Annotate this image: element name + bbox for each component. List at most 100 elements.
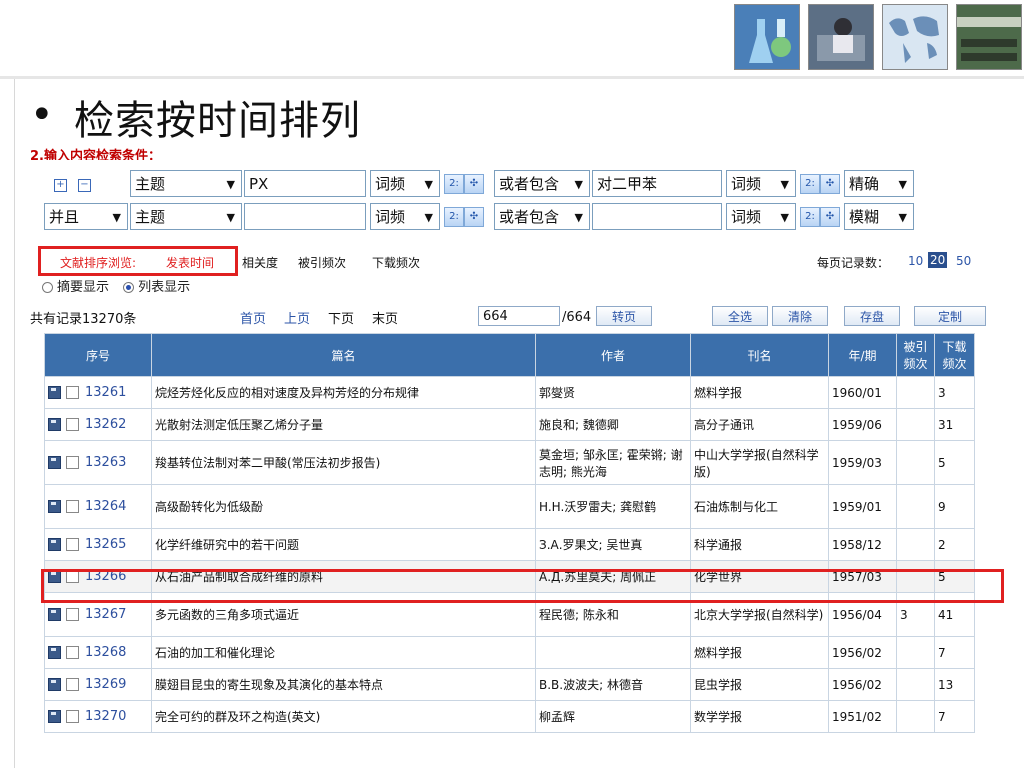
row-checkbox[interactable] [66,418,79,431]
last-page-link[interactable]: 末页 [372,308,398,327]
cell-title[interactable]: 化学纤维研究中的若干问题 [151,528,536,561]
view-mode-bar: 摘要显示 列表显示 [42,276,190,295]
save-disk-icon[interactable] [48,418,61,431]
frequency-select-2[interactable]: 词频 ▼ [726,203,796,230]
cell-title[interactable]: 完全可约的群及环之构造(英文) [151,700,536,733]
frequency-select-2[interactable]: 词频 ▼ [726,170,796,197]
expand-terms-icon-2[interactable]: ✣ [820,207,840,227]
related-terms-icon[interactable]: 2: [444,207,464,227]
page-number-input[interactable]: 664 [478,306,560,326]
row-checkbox[interactable] [66,646,79,659]
cell-journal[interactable]: 石油炼制与化工 [690,484,829,529]
clear-button[interactable]: 清除 [772,306,828,326]
table-row: 13269 膜翅目昆虫的寄生现象及其演化的基本特点 B.B.波波夫; 林德音 昆虫学报… [44,668,975,701]
cell-journal[interactable]: 燃料学报 [690,636,829,669]
row-checkbox[interactable] [66,456,79,469]
record-number: 13263 [85,455,127,470]
cell-journal[interactable]: 高分子通讯 [690,408,829,441]
sort-by-citations[interactable]: 被引频次 [298,254,346,271]
row-checkbox[interactable] [66,678,79,691]
table-row: 13270 完全可约的群及环之构造(英文) 柳孟辉 数学学报 1951/02 7 [44,700,975,733]
match-select[interactable]: 模糊 ▼ [844,203,914,230]
connector-select[interactable]: 或者包含 ▼ [494,203,590,230]
cell-cited [896,636,935,669]
cell-title[interactable]: 石油的加工和催化理论 [151,636,536,669]
keyword-input-2[interactable] [592,203,722,230]
match-select[interactable]: 精确 ▼ [844,170,914,197]
row-checkbox[interactable] [66,538,79,551]
cell-journal[interactable]: 中山大学学报(自然科学版) [690,440,829,485]
field-select[interactable]: 主题 ▼ [130,170,242,197]
per-page-10[interactable]: 10 [908,254,923,268]
save-disk-icon[interactable] [48,500,61,513]
expand-terms-icon[interactable]: ✣ [464,207,484,227]
cell-title[interactable]: 膜翅目昆虫的寄生现象及其演化的基本特点 [151,668,536,701]
per-page-20[interactable]: 20 [928,252,948,268]
keyword-input[interactable] [244,203,366,230]
header-id: 序号 [44,333,152,377]
save-disk-icon[interactable] [48,608,61,621]
cell-author[interactable]: З.А.罗果文; 吴世真 [535,528,691,561]
next-page-link[interactable]: 下页 [328,308,354,327]
summary-radio[interactable] [42,282,53,293]
first-page-link[interactable]: 首页 [240,308,266,327]
save-disk-icon[interactable] [48,710,61,723]
row-checkbox[interactable] [66,500,79,513]
per-page-50[interactable]: 50 [956,254,971,268]
save-disk-icon[interactable] [48,646,61,659]
connector-select[interactable]: 或者包含 ▼ [494,170,590,197]
cell-journal[interactable]: 数学学报 [690,700,829,733]
sort-by-relevance[interactable]: 相关度 [242,254,278,271]
cell-title[interactable]: 高级酚转化为低级酚 [151,484,536,529]
expand-terms-icon-2[interactable]: ✣ [820,174,840,194]
cell-title[interactable]: 烷烃芳烃化反应的相对速度及异构芳烃的分布规律 [151,376,536,409]
expand-terms-icon[interactable]: ✣ [464,174,484,194]
header-journal: 刊名 [690,333,829,377]
cell-author[interactable]: 柳孟辉 [535,700,691,733]
select-all-button[interactable]: 全选 [712,306,768,326]
keyword-input-2[interactable]: 对二甲苯 [592,170,722,197]
keyword-input[interactable]: PX [244,170,366,197]
sort-highlight-box [38,246,238,276]
cell-title[interactable]: 羧基转位法制对苯二甲酸(常压法初步报告) [151,440,536,485]
save-disk-icon[interactable] [48,456,61,469]
cell-author[interactable]: 施良和; 魏德卿 [535,408,691,441]
table-row: 13268 石油的加工和催化理论 燃料学报 1956/02 7 [44,636,975,669]
row-checkbox[interactable] [66,710,79,723]
save-disk-icon[interactable] [48,386,61,399]
cell-author[interactable]: 莫金垣; 邹永匡; 霍荣锵; 谢志明; 熊光海 [535,440,691,485]
cell-date: 1951/02 [828,700,897,733]
frequency-select[interactable]: 词频 ▼ [370,170,440,197]
cell-title[interactable]: 光散射法测定低压聚乙烯分子量 [151,408,536,441]
row-checkbox[interactable] [66,386,79,399]
cell-author[interactable]: B.B.波波夫; 林德音 [535,668,691,701]
cell-author[interactable]: H.H.沃罗雷夫; 龚慰鹤 [535,484,691,529]
go-page-button[interactable]: 转页 [596,306,652,326]
frequency-select[interactable]: 词频 ▼ [370,203,440,230]
cell-date: 1956/02 [828,636,897,669]
header-downloads: 下载频次 [934,333,975,377]
field-select[interactable]: 主题 ▼ [130,203,242,230]
record-number: 13270 [85,709,127,724]
remove-row-icon[interactable]: − [78,179,91,192]
cell-journal[interactable]: 科学通报 [690,528,829,561]
related-terms-icon-2[interactable]: 2: [800,207,820,227]
list-radio[interactable] [123,282,135,293]
logic-select[interactable]: 并且 ▼ [44,203,128,230]
save-disk-icon[interactable] [48,538,61,551]
related-terms-icon-2[interactable]: 2: [800,174,820,194]
customize-button[interactable]: 定制 [914,306,986,326]
cell-author[interactable]: 郭燮贤 [535,376,691,409]
cell-author[interactable] [535,636,691,669]
related-terms-icon[interactable]: 2: [444,174,464,194]
cell-cited [896,376,935,409]
add-row-icon[interactable]: + [54,179,67,192]
cell-downloads: 7 [934,700,975,733]
row-checkbox[interactable] [66,608,79,621]
cell-journal[interactable]: 昆虫学报 [690,668,829,701]
save-button[interactable]: 存盘 [844,306,900,326]
cell-journal[interactable]: 燃料学报 [690,376,829,409]
sort-by-downloads[interactable]: 下载频次 [372,254,420,271]
prev-page-link[interactable]: 上页 [284,308,310,327]
save-disk-icon[interactable] [48,678,61,691]
